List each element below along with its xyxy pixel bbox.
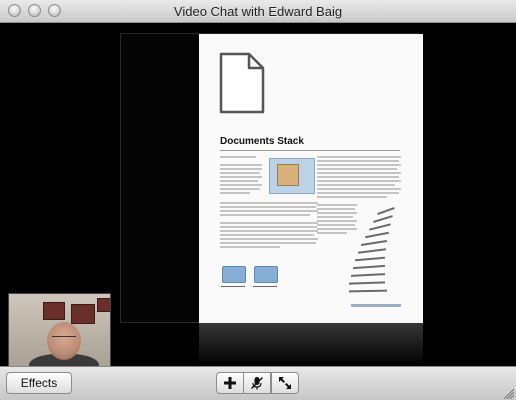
resize-grip-icon[interactable] (502, 387, 514, 399)
mute-button[interactable] (243, 372, 271, 394)
add-icon (224, 377, 236, 389)
wall-picture (43, 302, 65, 320)
heading-rule (220, 150, 400, 151)
fullscreen-icon (279, 377, 291, 389)
window-title: Video Chat with Edward Baig (173, 4, 343, 19)
mute-microphone-icon (251, 377, 263, 390)
folder-icon (222, 266, 246, 283)
wall-picture (97, 298, 110, 312)
document-page-icon (219, 52, 265, 114)
person-head (47, 322, 81, 360)
wall-picture (71, 304, 95, 324)
call-controls (216, 372, 299, 394)
add-participant-button[interactable] (216, 372, 244, 394)
video-area: Documents Stack (0, 23, 516, 373)
self-view-preview[interactable] (8, 293, 111, 373)
document-heading: Documents Stack (220, 136, 304, 147)
shared-document-page: Documents Stack (199, 34, 423, 323)
bottom-toolbar: Effects (0, 366, 516, 400)
title-bar[interactable]: Video Chat with Edward Baig (0, 0, 516, 23)
document-reflection (199, 323, 423, 366)
screenshot-thumbnail (277, 164, 299, 186)
video-chat-window: Video Chat with Edward Baig Documents St… (0, 0, 516, 400)
fullscreen-button[interactable] (271, 372, 299, 394)
effects-button[interactable]: Effects (6, 372, 72, 394)
glasses (52, 336, 76, 341)
folder-icon (254, 266, 278, 283)
